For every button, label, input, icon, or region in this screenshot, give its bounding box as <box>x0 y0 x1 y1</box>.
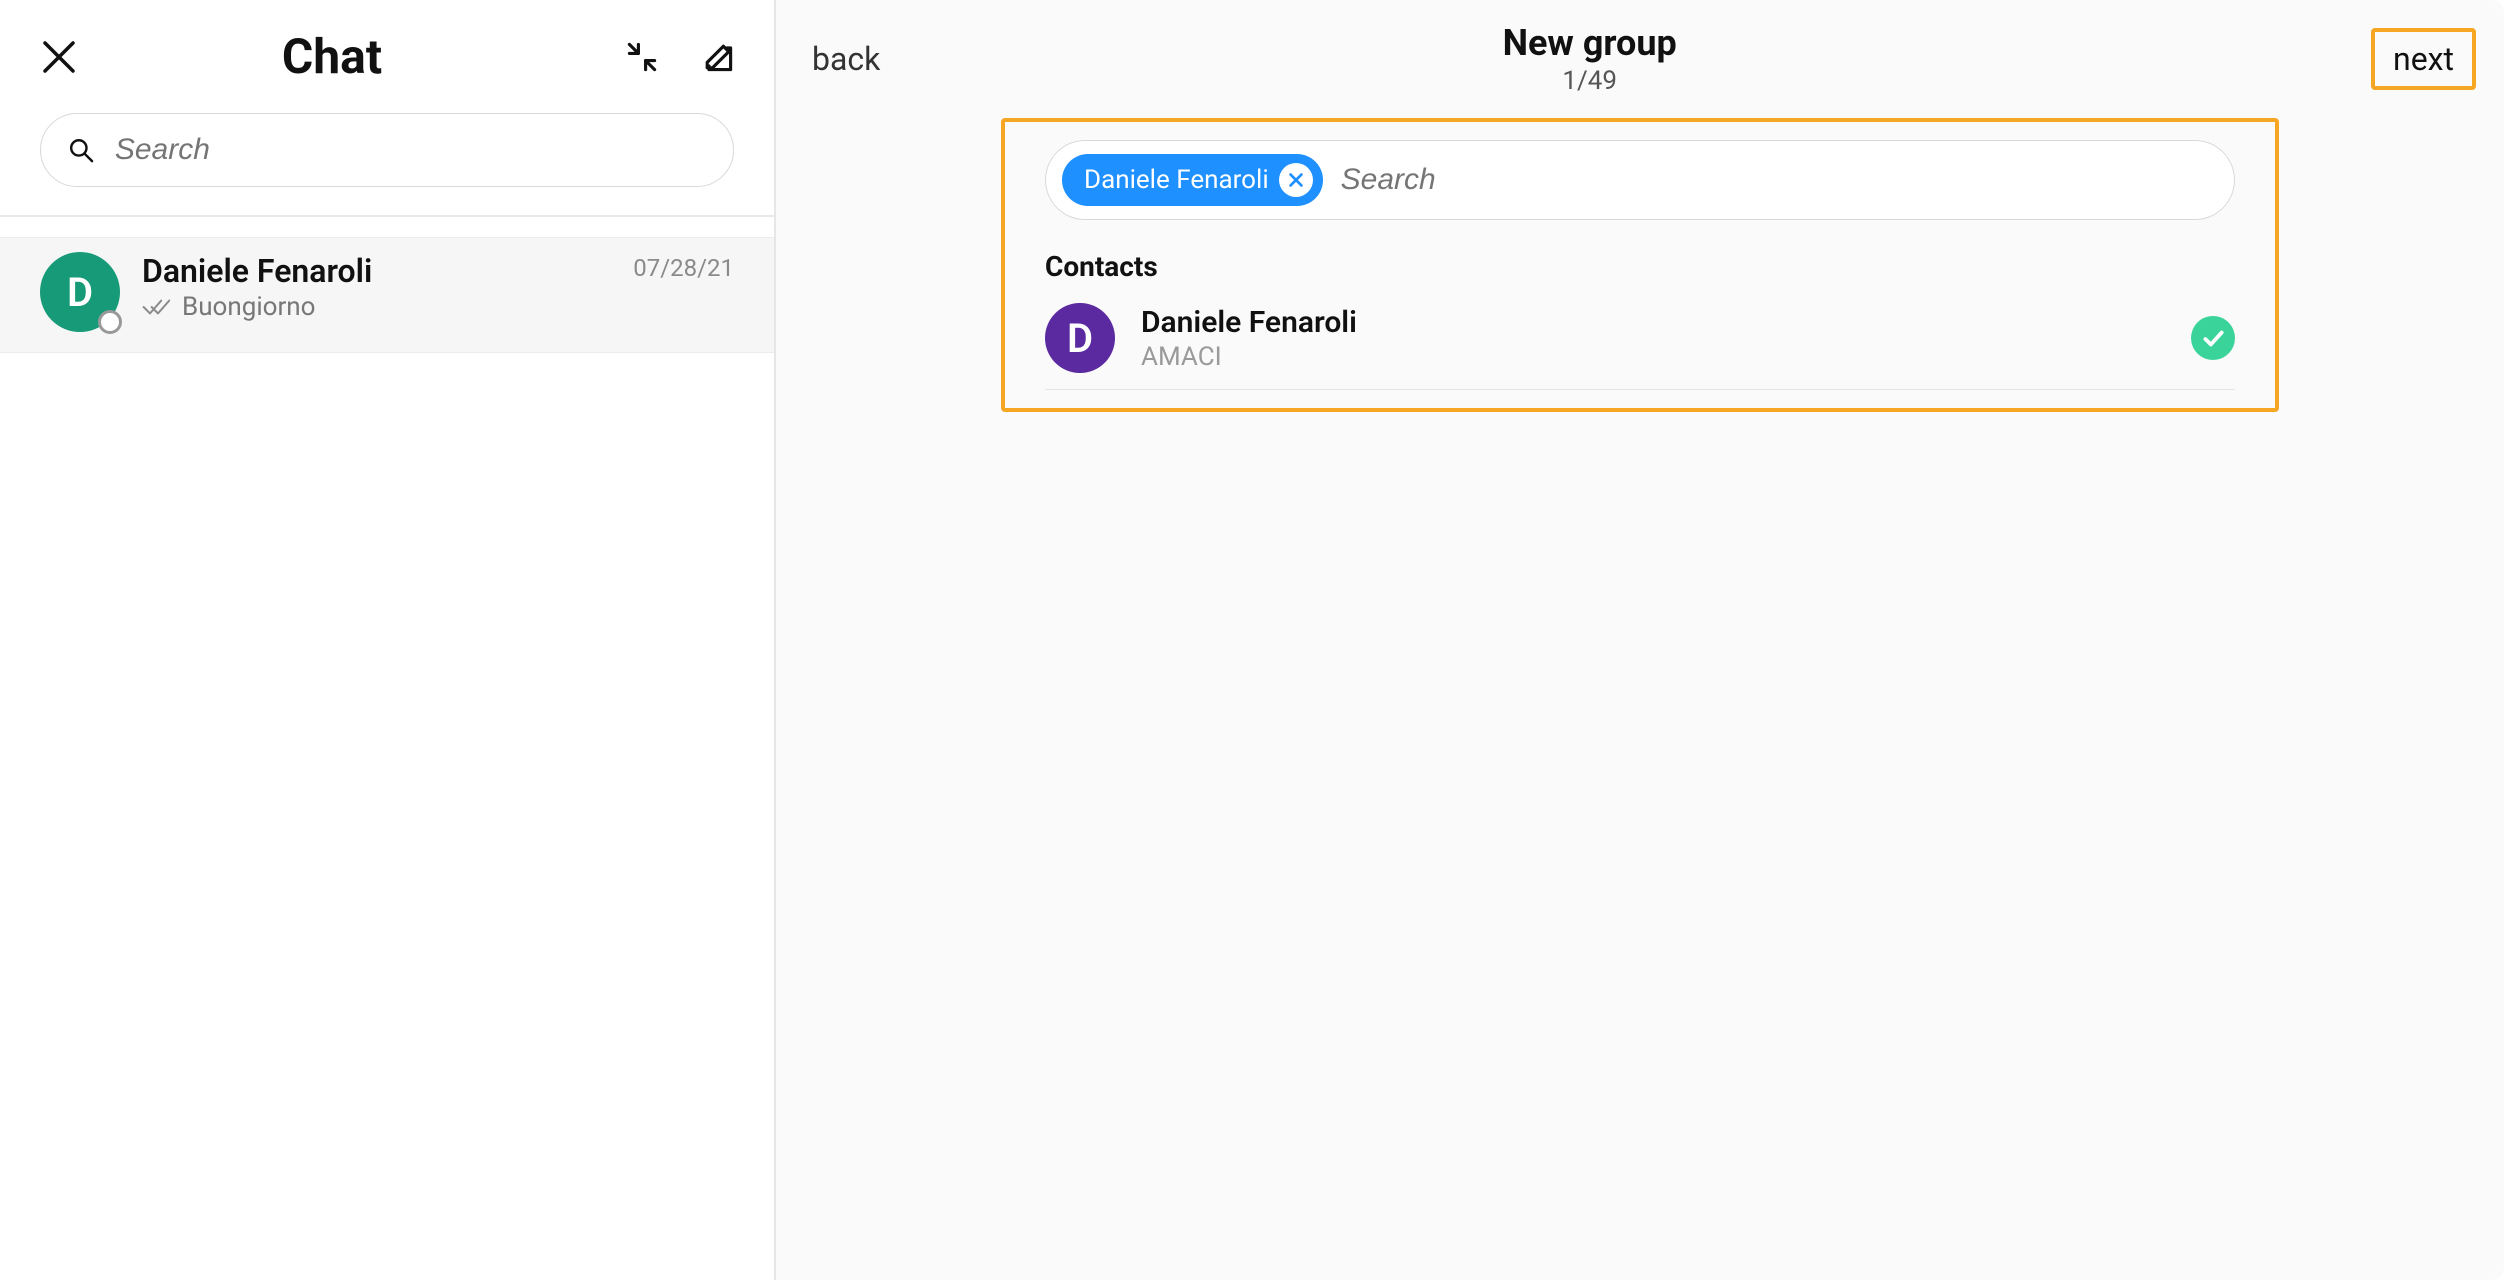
selected-indicator <box>2191 316 2235 360</box>
compose-button[interactable] <box>698 37 738 77</box>
contact-name: Daniele Fenaroli <box>1141 305 2165 340</box>
member-search-input[interactable] <box>1339 162 2218 198</box>
avatar: D <box>1045 303 1115 373</box>
chip-remove-button[interactable] <box>1279 163 1313 197</box>
check-icon <box>2200 325 2226 351</box>
search-icon <box>67 135 95 165</box>
chat-preview-text: Buongiorno <box>182 292 315 322</box>
chat-row[interactable]: D Daniele Fenaroli Buongiorno 07/28/21 <box>0 237 774 353</box>
sidebar-header: Chat <box>0 0 774 95</box>
sidebar-search-wrap <box>0 95 774 217</box>
close-icon <box>1287 171 1305 189</box>
app-root: Chat <box>0 0 2504 1280</box>
sidebar-actions <box>622 37 738 77</box>
sidebar-search-input[interactable] <box>113 132 707 168</box>
chat-row-main: Daniele Fenaroli Buongiorno <box>142 252 611 322</box>
header-center: New group 1/49 <box>808 22 2371 96</box>
main-panel: back New group 1/49 next Daniele Fenarol… <box>776 0 2504 1280</box>
contacts-heading: Contacts <box>1045 250 2235 283</box>
avatar-initial: D <box>1067 315 1093 362</box>
collapse-button[interactable] <box>622 37 662 77</box>
sidebar-search[interactable] <box>40 113 734 187</box>
page-title: New group <box>808 22 2371 64</box>
avatar: D <box>40 252 120 332</box>
avatar-initial: D <box>67 269 93 316</box>
compose-icon <box>700 39 736 75</box>
contact-selection-area: Daniele Fenaroli Contacts D <box>1001 118 2279 412</box>
member-search[interactable]: Daniele Fenaroli <box>1045 140 2235 220</box>
next-button[interactable]: next <box>2371 28 2476 90</box>
chat-date: 07/28/21 <box>633 252 734 282</box>
contact-text: Daniele Fenaroli AMACI <box>1141 305 2165 372</box>
selected-chip: Daniele Fenaroli <box>1062 154 1323 206</box>
sidebar-title: Chat <box>66 28 598 85</box>
panel-body: Daniele Fenaroli Contacts D <box>776 118 2504 1280</box>
chip-label: Daniele Fenaroli <box>1084 165 1269 195</box>
sidebar: Chat <box>0 0 776 1280</box>
presence-indicator <box>98 310 122 334</box>
contact-subtitle: AMACI <box>1141 342 2165 372</box>
main-header: back New group 1/49 next <box>776 0 2504 118</box>
chat-preview: Buongiorno <box>142 292 611 322</box>
read-receipt-icon <box>142 297 174 317</box>
contact-row[interactable]: D Daniele Fenaroli AMACI <box>1045 293 2235 390</box>
collapse-icon <box>624 39 660 75</box>
chat-list: D Daniele Fenaroli Buongiorno 07/28/21 <box>0 217 774 1280</box>
chat-name: Daniele Fenaroli <box>142 252 611 290</box>
selection-count: 1/49 <box>808 66 2371 96</box>
